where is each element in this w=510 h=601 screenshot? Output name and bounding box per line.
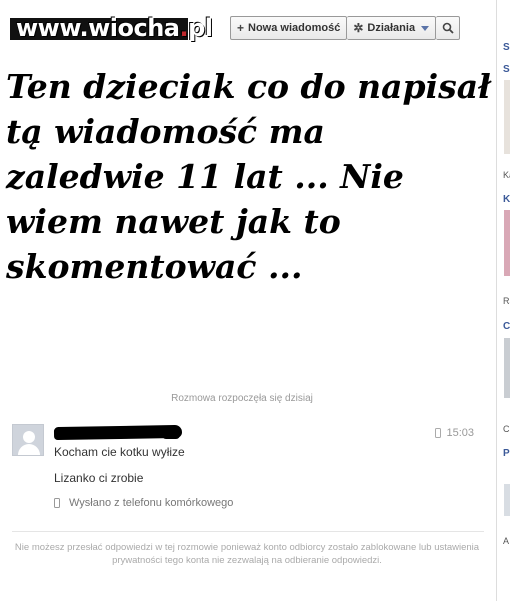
magnifier-icon bbox=[442, 22, 454, 34]
right-sidebar: S S Ka K Ra C C P A bbox=[496, 0, 510, 601]
sidebar-caption: C bbox=[503, 424, 510, 434]
watermark-text: www.wiocha.pl bbox=[16, 14, 213, 42]
sidebar-heading[interactable]: S bbox=[503, 42, 510, 53]
sidebar-thumbnail[interactable] bbox=[504, 80, 510, 154]
message-text-line: Kocham cie kotku wyłize bbox=[54, 445, 185, 459]
meme-caption: Ten dzieciak co do napisał tą wiadomość … bbox=[6, 67, 491, 286]
conversation-started-label: Rozmowa rozpoczęła się dzisiaj bbox=[171, 393, 313, 404]
sidebar-caption: A bbox=[503, 536, 510, 546]
new-message-button[interactable]: + Nowa wiadomość bbox=[230, 16, 348, 40]
sidebar-heading[interactable]: C bbox=[503, 321, 510, 332]
sidebar-thumbnail[interactable] bbox=[504, 484, 510, 516]
sent-from-mobile: Wysłano z telefonu komórkowego bbox=[54, 497, 233, 509]
sidebar-heading[interactable]: K bbox=[503, 194, 510, 205]
new-message-label: Nowa wiadomość bbox=[248, 22, 341, 34]
actions-label: Działania bbox=[367, 22, 416, 34]
divider bbox=[12, 531, 484, 532]
gear-icon: ✲ bbox=[353, 21, 364, 35]
search-button[interactable] bbox=[436, 16, 461, 40]
redacted-sender-name-tail bbox=[162, 430, 180, 439]
message-item: 15:03 Kocham cie kotku wyłize Lizanko ci… bbox=[12, 422, 484, 522]
mobile-phone-icon bbox=[435, 428, 442, 438]
sidebar-heading[interactable]: S bbox=[503, 64, 510, 75]
sidebar-thumbnail[interactable] bbox=[504, 338, 510, 398]
reply-blocked-notice: Nie możesz przesłać odpowiedzi w tej roz… bbox=[14, 542, 480, 566]
sidebar-heading[interactable]: P bbox=[503, 448, 510, 459]
message-timestamp: 15:03 bbox=[435, 427, 474, 439]
message-toolbar: + Nowa wiadomość ✲ Działania bbox=[230, 16, 461, 40]
sent-via-label: Wysłano z telefonu komórkowego bbox=[69, 497, 234, 509]
message-text-line: Lizanko ci zrobie bbox=[54, 471, 144, 485]
actions-button[interactable]: ✲ Działania bbox=[347, 16, 437, 40]
avatar[interactable] bbox=[12, 424, 44, 456]
wiocha-watermark-logo: www.wiocha.pl bbox=[10, 10, 213, 44]
mobile-phone-icon bbox=[54, 498, 60, 508]
sidebar-caption: Ka bbox=[503, 170, 510, 180]
sidebar-thumbnail[interactable] bbox=[504, 210, 510, 276]
chevron-down-icon bbox=[421, 25, 430, 31]
sidebar-caption: Ra bbox=[503, 296, 510, 306]
message-time: 15:03 bbox=[446, 427, 474, 439]
plus-icon: + bbox=[237, 21, 245, 35]
